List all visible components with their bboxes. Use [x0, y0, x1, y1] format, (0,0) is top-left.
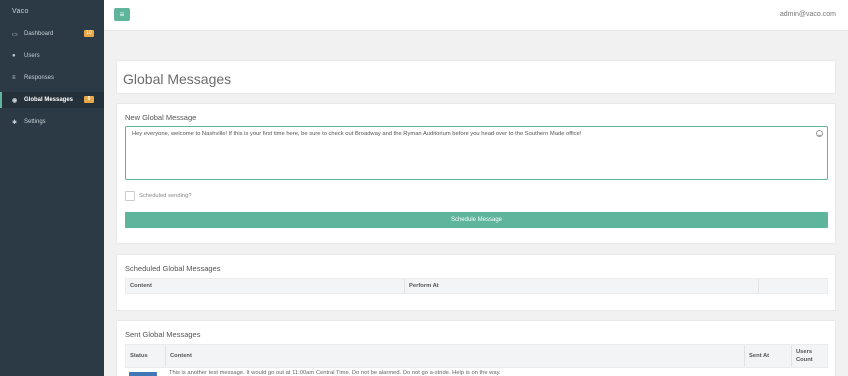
sidebar-item-settings[interactable]: ✱ Settings [0, 114, 104, 130]
global-messages-count-badge: 0 [84, 96, 94, 103]
scheduled-sending-label: Scheduled sending? [139, 193, 192, 199]
user-icon: ● [12, 53, 16, 59]
dashboard-count-badge: 10 [84, 30, 94, 37]
sent-table-header: Status Content Sent At Users Count [125, 344, 828, 368]
status-badge [129, 372, 157, 376]
table-row[interactable]: This is another test message. It would g… [125, 369, 828, 376]
scheduled-messages-title: Scheduled Global Messages [125, 264, 221, 273]
column-header-content[interactable]: Content [126, 279, 405, 293]
emoji-icon[interactable] [816, 130, 823, 137]
sidebar-item-global-messages[interactable]: ◉ Global Messages 0 [0, 92, 104, 108]
sidebar-item-dashboard[interactable]: ▭ Dashboard 10 [0, 26, 104, 42]
column-header-status[interactable]: Status [126, 345, 166, 367]
user-email[interactable]: admin@vaco.com [780, 11, 836, 18]
sidebar-item-label: Global Messages [24, 97, 74, 103]
top-bar: ≡ admin@vaco.com [104, 0, 848, 31]
list-icon: ≡ [12, 75, 16, 81]
scheduled-sending-checkbox[interactable] [125, 191, 135, 201]
schedule-message-button[interactable]: Schedule Message [125, 212, 828, 228]
new-message-title: New Global Message [125, 113, 197, 122]
message-content-cell: This is another test message. It would g… [169, 370, 501, 376]
sidebar-item-label: Users [24, 53, 40, 59]
sidebar-item-label: Responses [24, 75, 55, 81]
column-header-perform-at[interactable]: Perform At [405, 279, 759, 293]
page-title: Global Messages [123, 71, 232, 87]
column-header-actions [759, 279, 829, 293]
sidebar-item-users[interactable]: ● Users [0, 48, 104, 64]
sidebar: Vaco ▭ Dashboard 10 ● Users ≡ Responses … [0, 0, 104, 376]
page-header-panel: Global Messages [116, 60, 836, 94]
hamburger-menu-icon[interactable]: ≡ [114, 8, 130, 21]
column-header-sent-at[interactable]: Sent At [745, 345, 792, 367]
sent-messages-title: Sent Global Messages [125, 330, 201, 339]
brand-logo[interactable]: Vaco [12, 8, 29, 15]
sidebar-item-label: Settings [24, 119, 46, 125]
message-text: Hey everyone, welcome to Nashville! If t… [132, 131, 582, 137]
scheduled-messages-panel: Scheduled Global Messages Content Perfor… [116, 254, 836, 311]
sent-messages-panel: Sent Global Messages Status Content Sent… [116, 320, 836, 376]
new-message-panel: New Global Message Hey everyone, welcome… [116, 103, 836, 244]
column-header-content[interactable]: Content [166, 345, 745, 367]
monitor-icon: ▭ [12, 31, 18, 38]
scheduled-table-header: Content Perform At [125, 278, 828, 294]
sidebar-item-responses[interactable]: ≡ Responses [0, 70, 104, 86]
message-textarea[interactable]: Hey everyone, welcome to Nashville! If t… [125, 126, 828, 180]
globe-icon: ◉ [12, 97, 18, 104]
column-header-users-count[interactable]: Users Count [792, 345, 829, 367]
gear-icon: ✱ [12, 119, 18, 126]
sidebar-item-label: Dashboard [24, 31, 54, 37]
